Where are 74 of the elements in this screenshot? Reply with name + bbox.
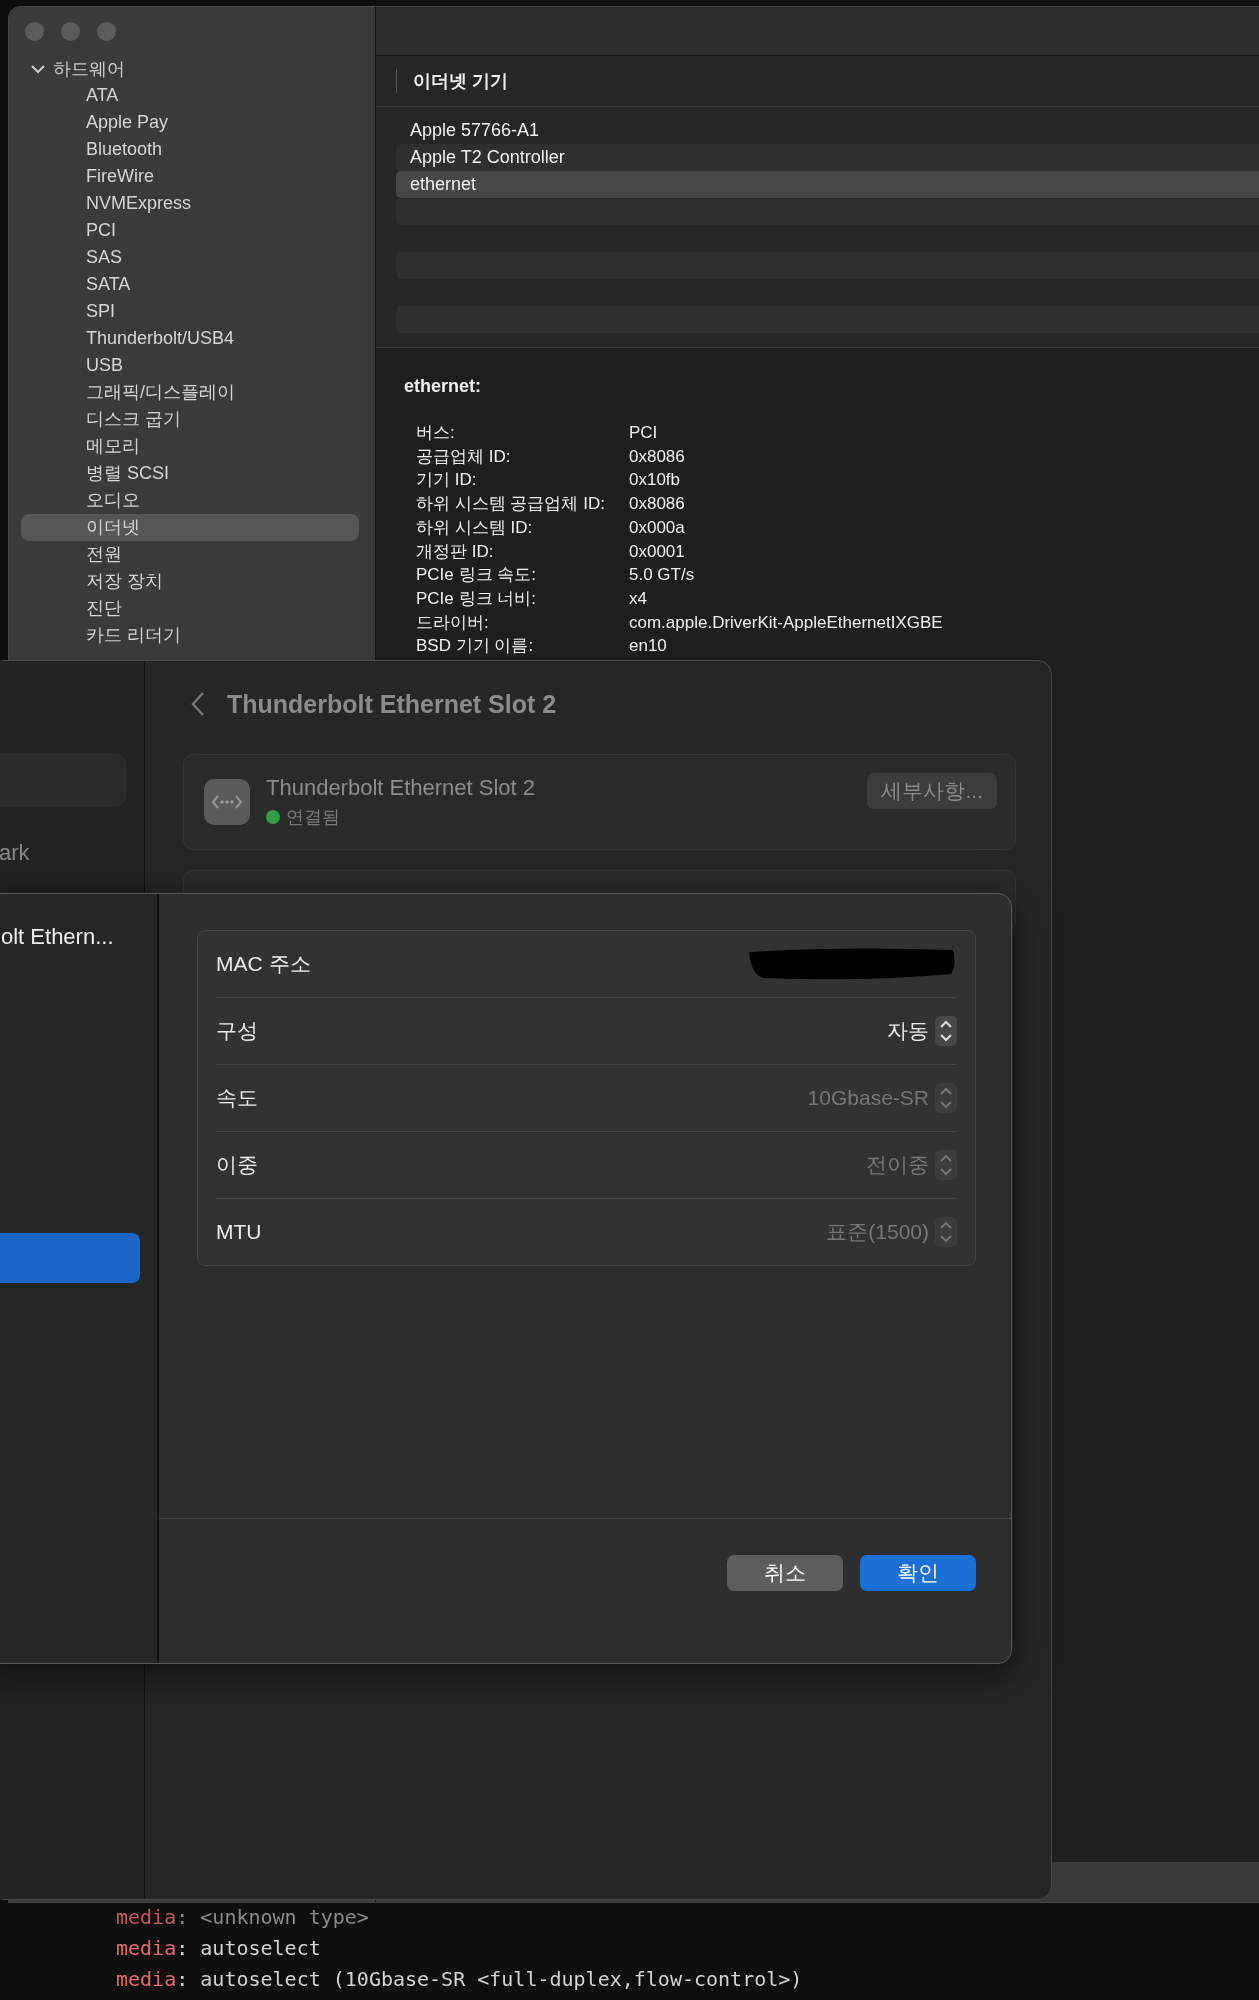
setting-label: 속도 bbox=[216, 1085, 258, 1111]
sidebar-item[interactable]: Thunderbolt/USB4 bbox=[21, 325, 359, 352]
sidebar-item[interactable]: 디스크 굽기 bbox=[21, 406, 359, 433]
status-text: 연결됨 bbox=[286, 806, 340, 829]
field-value: 0x000a bbox=[629, 517, 686, 539]
sidebar-item[interactable]: Bluetooth bbox=[21, 136, 359, 163]
sidebar-item[interactable]: ark bbox=[0, 840, 30, 866]
field-label: 개정판 ID: bbox=[416, 541, 495, 563]
field-value: 0x8086 bbox=[629, 446, 686, 468]
setting-label: MTU bbox=[216, 1220, 262, 1244]
field-label: 하위 시스템 ID: bbox=[416, 517, 534, 539]
page-title: Thunderbolt Ethernet Slot 2 bbox=[227, 689, 557, 719]
sidebar-item[interactable]: 카드 리더기 bbox=[21, 622, 359, 649]
field-label: 공급업체 ID: bbox=[416, 446, 512, 468]
sidebar-item[interactable]: FireWire bbox=[21, 163, 359, 190]
details-title: ethernet: bbox=[404, 376, 482, 397]
sidebar-group-label[interactable]: 하드웨어 bbox=[53, 56, 125, 81]
interface-name: Thunderbolt Ethernet Slot 2 bbox=[266, 775, 537, 801]
field-value: en10 bbox=[629, 636, 668, 658]
close-window-button[interactable] bbox=[25, 21, 44, 41]
field-value: 0x0001 bbox=[629, 541, 686, 563]
sidebar-item[interactable]: SAS bbox=[21, 244, 359, 271]
field-value: PCI bbox=[629, 423, 659, 444]
field-label: 하위 시스템 공급업체 ID: bbox=[416, 494, 606, 515]
network-interface-icon bbox=[204, 779, 250, 825]
setting-label: 이중 bbox=[216, 1152, 258, 1178]
sidebar-item[interactable]: SPI bbox=[21, 298, 359, 325]
field-label: 기기 ID: bbox=[416, 470, 478, 492]
field-label: PCIe 링크 속도: bbox=[416, 565, 537, 586]
sidebar-item[interactable]: 메모리 bbox=[21, 433, 359, 460]
field-value: 5.0 GT/s bbox=[629, 565, 696, 586]
stepper-icon bbox=[935, 1150, 957, 1180]
column-header[interactable]: 이더넷 기기 bbox=[396, 69, 508, 93]
setting-label: 구성 bbox=[216, 1018, 258, 1044]
popup-menu[interactable]: 자동 bbox=[887, 1016, 957, 1046]
chevron-down-icon[interactable] bbox=[31, 63, 45, 74]
terminal-line: media: autoselect bbox=[116, 1935, 322, 1962]
field-value: 0x8086 bbox=[629, 494, 686, 515]
sidebar-item[interactable]: 그래픽/디스플레이 bbox=[21, 379, 359, 406]
sidebar-item[interactable]: olt Ethern... bbox=[1, 924, 155, 950]
sidebar-item[interactable]: 저장 장치 bbox=[21, 568, 359, 595]
sidebar-item[interactable]: 이더넷 bbox=[21, 514, 359, 541]
terminal-line: media: <unknown type> bbox=[116, 1904, 370, 1931]
sidebar-item[interactable]: PCI bbox=[21, 217, 359, 244]
field-value: com.apple.DriverKit-AppleEthernetIXGBE bbox=[629, 612, 944, 634]
sidebar-item[interactable]: 병렬 SCSI bbox=[21, 460, 359, 487]
stepper-icon bbox=[935, 1217, 957, 1247]
sidebar-item[interactable]: 진단 bbox=[21, 595, 359, 622]
field-value: x4 bbox=[629, 588, 648, 610]
stepper-icon bbox=[935, 1083, 957, 1113]
stepper-icon bbox=[935, 1016, 957, 1046]
device-row[interactable]: Apple 57766-A1 bbox=[396, 117, 1259, 144]
setting-label: MAC 주소 bbox=[216, 951, 311, 977]
field-value: 0x10fb bbox=[629, 470, 682, 492]
field-label: 드라이버: bbox=[416, 612, 490, 634]
zoom-window-button[interactable] bbox=[97, 21, 116, 41]
device-row[interactable]: Apple T2 Controller bbox=[396, 144, 1259, 171]
device-row[interactable]: ethernet bbox=[396, 171, 1259, 198]
terminal-line: media: autoselect (10Gbase-SR <full-duplex,flow-control>) bbox=[116, 1966, 804, 1993]
sidebar-item[interactable]: 전원 bbox=[21, 541, 359, 568]
sidebar-item[interactable]: 오디오 bbox=[21, 487, 359, 514]
field-label: 버스: bbox=[416, 423, 456, 444]
sidebar-item[interactable]: ATA bbox=[21, 82, 359, 109]
sidebar-item[interactable]: USB bbox=[21, 352, 359, 379]
sidebar-item[interactable]: SATA bbox=[21, 271, 359, 298]
cancel-button[interactable]: 취소 bbox=[727, 1555, 843, 1591]
back-icon[interactable] bbox=[191, 691, 205, 717]
selection-highlight[interactable] bbox=[0, 1233, 140, 1283]
sidebar-item[interactable]: NVMExpress bbox=[21, 190, 359, 217]
confirm-button[interactable]: 확인 bbox=[860, 1555, 976, 1591]
field-label: BSD 기기 이름: bbox=[416, 636, 535, 658]
field-label: PCIe 링크 너비: bbox=[416, 588, 537, 610]
minimize-window-button[interactable] bbox=[61, 21, 80, 41]
sidebar-item[interactable]: Apple Pay bbox=[21, 109, 359, 136]
